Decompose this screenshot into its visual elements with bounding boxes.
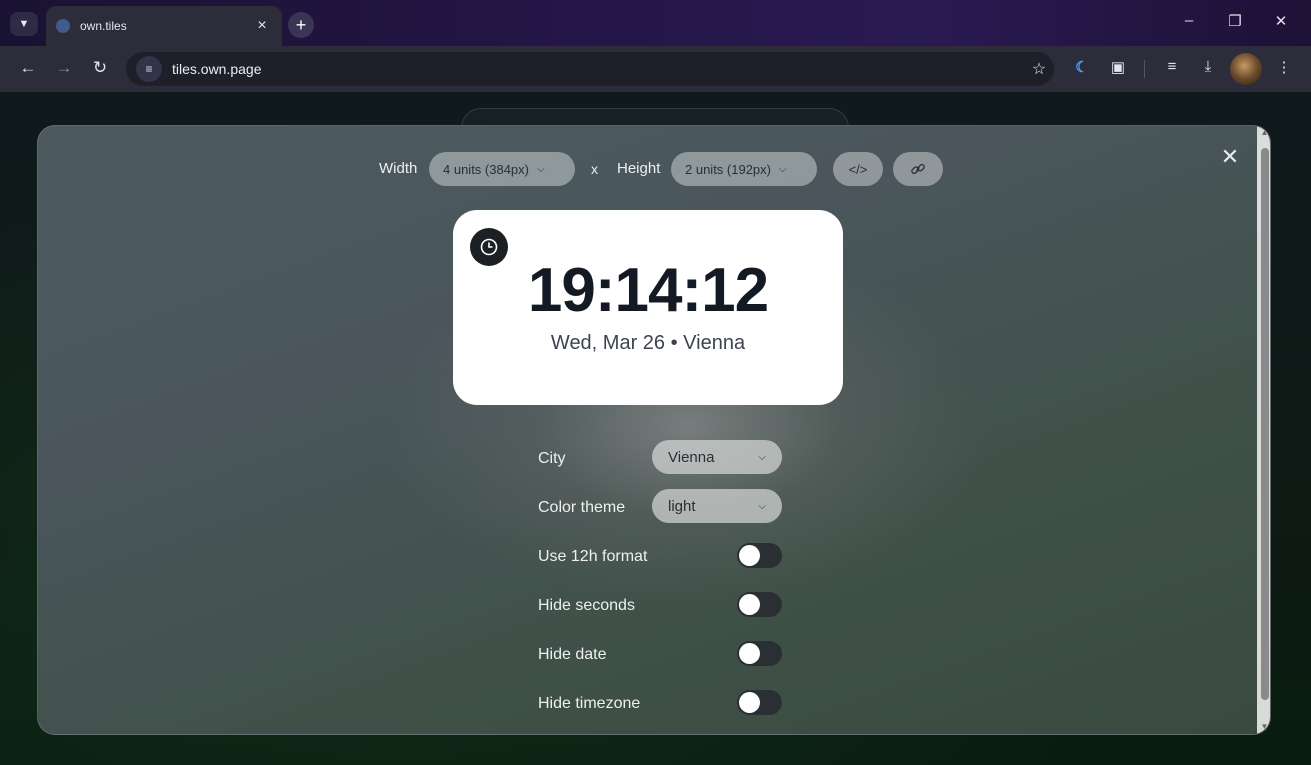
tab-search-button[interactable]: ▼ xyxy=(10,12,38,36)
12h-format-toggle[interactable] xyxy=(737,543,782,568)
setting-hide-timezone: Hide timezone xyxy=(538,685,783,734)
setting-hide-seconds: Hide seconds xyxy=(538,587,783,636)
toggle-label: Use 12h format xyxy=(538,548,648,565)
height-select[interactable]: 2 units (192px) ⌵ xyxy=(671,152,817,186)
setting-hide-date: Hide date xyxy=(538,636,783,685)
clock-tile-preview: 19:14:12 Wed, Mar 26 • Vienna xyxy=(453,210,843,405)
scrollbar-thumb[interactable] xyxy=(1261,148,1269,700)
download-icon[interactable]: ⤓ xyxy=(1196,58,1220,75)
tab-close-icon[interactable]: × xyxy=(252,17,272,35)
chevron-down-icon: ⌵ xyxy=(758,451,766,463)
scroll-down-icon[interactable]: ▼ xyxy=(1259,722,1270,731)
tab-strip: ▼ own.tiles × + – ❐ ✕ xyxy=(0,0,1311,46)
kebab-menu-icon[interactable]: ⋮ xyxy=(1272,58,1296,76)
setting-city: City Vienna ⌵ xyxy=(538,440,783,489)
copy-link-button[interactable] xyxy=(893,152,943,186)
tile-settings: City Vienna ⌵ Color theme light ⌵ Use 12… xyxy=(538,440,783,734)
setting-color-theme: Color theme light ⌵ xyxy=(538,489,783,538)
chevron-down-icon: ⌵ xyxy=(779,163,787,175)
browser-toolbar: ← → ↻ ≡ tiles.own.page ☆ ☾ ▣ ≡ ⤓ ⋮ xyxy=(0,46,1311,92)
reading-list-icon[interactable]: ≡ xyxy=(1160,58,1184,75)
clock-time: 19:14:12 xyxy=(527,256,769,325)
hide-timezone-toggle[interactable] xyxy=(737,690,782,715)
arrow-right-icon[interactable]: → xyxy=(52,58,76,78)
reload-icon[interactable]: ↻ xyxy=(88,58,112,78)
width-value: 4 units (384px) xyxy=(443,161,529,177)
arrow-left-icon[interactable]: ← xyxy=(16,58,40,78)
width-label: Width xyxy=(379,160,418,177)
city-label: City xyxy=(538,450,566,467)
chevron-down-icon: ▼ xyxy=(18,18,30,30)
scroll-up-icon[interactable]: ▲ xyxy=(1259,128,1270,137)
toolbar-divider xyxy=(1144,60,1145,78)
url-text[interactable]: tiles.own.page xyxy=(172,61,1024,77)
restore-icon[interactable]: ❐ xyxy=(1220,12,1250,30)
city-select[interactable]: Vienna ⌵ xyxy=(652,440,782,474)
hide-seconds-toggle[interactable] xyxy=(737,592,782,617)
code-icon: </> xyxy=(848,161,868,177)
tile-editor-panel: Width 4 units (384px) ⌵ x Height 2 units… xyxy=(37,125,1271,735)
toggle-knob xyxy=(739,545,760,566)
times-sign: x xyxy=(591,161,598,177)
extension-c-icon[interactable]: ☾ xyxy=(1070,58,1094,76)
embed-code-button[interactable]: </> xyxy=(833,152,883,186)
theme-label: Color theme xyxy=(538,499,626,516)
puzzle-icon[interactable]: ▣ xyxy=(1106,58,1130,76)
link-icon xyxy=(911,163,925,175)
toggle-label: Hide date xyxy=(538,646,607,663)
toggle-label: Hide seconds xyxy=(538,597,635,614)
height-label: Height xyxy=(617,160,661,177)
chevron-down-icon: ⌵ xyxy=(537,163,545,175)
close-icon[interactable]: ✕ xyxy=(1218,144,1242,170)
toggle-knob xyxy=(739,692,760,713)
new-tab-button[interactable]: + xyxy=(288,12,314,38)
setting-12h-format: Use 12h format xyxy=(538,538,783,587)
chevron-down-icon: ⌵ xyxy=(758,500,766,512)
star-icon[interactable]: ☆ xyxy=(1024,59,1054,79)
width-select[interactable]: 4 units (384px) ⌵ xyxy=(429,152,575,186)
theme-value: light xyxy=(668,497,696,515)
city-value: Vienna xyxy=(668,448,715,466)
favicon-icon xyxy=(56,19,70,33)
size-controls: Width 4 units (384px) ⌵ x Height 2 units… xyxy=(38,152,1270,186)
avatar[interactable] xyxy=(1230,53,1262,85)
toggle-knob xyxy=(739,643,760,664)
toggle-label: Hide timezone xyxy=(538,695,641,712)
scrollbar[interactable]: ▲ ▼ xyxy=(1257,126,1270,734)
theme-select[interactable]: light ⌵ xyxy=(652,489,782,523)
tune-icon[interactable]: ≡ xyxy=(136,56,162,82)
tab-title: own.tiles xyxy=(80,19,127,33)
address-bar[interactable]: ≡ tiles.own.page ☆ xyxy=(126,52,1054,86)
hide-date-toggle[interactable] xyxy=(737,641,782,666)
toggle-knob xyxy=(739,594,760,615)
window-close-icon[interactable]: ✕ xyxy=(1266,12,1296,30)
clock-date: Wed, Mar 26 • Vienna xyxy=(550,332,746,354)
minimize-icon[interactable]: – xyxy=(1174,12,1204,29)
height-value: 2 units (192px) xyxy=(685,161,771,177)
browser-tab[interactable]: own.tiles × xyxy=(46,6,282,46)
plus-icon: + xyxy=(295,14,307,35)
